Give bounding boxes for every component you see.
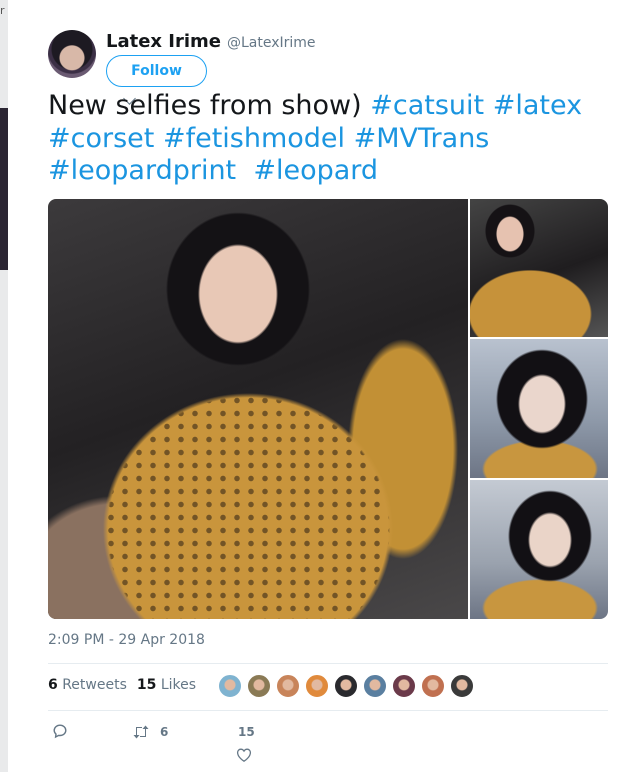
background-image-edge [0, 108, 8, 270]
divider [48, 710, 608, 711]
likes-label: Likes [160, 677, 197, 693]
photo-thumbnail[interactable] [470, 339, 608, 478]
hashtag-link[interactable]: #latex [493, 90, 582, 121]
liker-avatar[interactable] [305, 674, 329, 698]
hashtag-link[interactable]: #leopard [253, 155, 378, 186]
tweet-text: New selfies from show) #catsuit #latex #… [48, 90, 618, 188]
avatar[interactable] [48, 30, 96, 78]
heart-icon[interactable] [236, 747, 252, 763]
photo-thumbnail[interactable] [470, 480, 608, 619]
follow-button[interactable]: Follow [106, 55, 207, 87]
hashtag-link[interactable]: #fetishmodel [163, 123, 345, 154]
divider [48, 663, 608, 664]
liker-avatar[interactable] [363, 674, 387, 698]
liker-avatar[interactable] [334, 674, 358, 698]
hashtag-link[interactable]: #leopardprint [48, 155, 236, 186]
liker-avatar[interactable] [276, 674, 300, 698]
background-page-edge: r [0, 0, 8, 772]
liker-avatar[interactable] [218, 674, 242, 698]
photo-main[interactable] [48, 199, 468, 619]
likes-stat[interactable]: 15 Likes [137, 677, 196, 693]
tweet-plain-text: New selfies from show) [48, 90, 371, 121]
photo-thumbnail[interactable] [470, 199, 608, 337]
retweets-count: 6 [48, 677, 58, 693]
retweet-count: 6 [160, 725, 169, 739]
retweet-icon[interactable] [132, 724, 150, 740]
tweet-card: Latex Irime @LatexIrime Follow New selfi… [8, 0, 640, 772]
retweets-label: Retweets [62, 677, 127, 693]
hashtag-link[interactable]: #catsuit [370, 90, 484, 121]
author-name[interactable]: Latex Irime [106, 31, 221, 52]
likes-count: 15 [136, 677, 157, 693]
like-count: 15 [238, 725, 255, 739]
reply-icon[interactable] [52, 723, 68, 739]
author-handle[interactable]: @LatexIrime [227, 35, 316, 51]
hashtag-link[interactable]: #corset [48, 123, 154, 154]
tweet-timestamp[interactable]: 2:09 PM - 29 Apr 2018 [48, 632, 205, 648]
liker-avatar[interactable] [392, 674, 416, 698]
hashtag-link[interactable]: #MVTrans [354, 123, 490, 154]
liker-avatar[interactable] [247, 674, 271, 698]
retweets-stat[interactable]: 6 Retweets [48, 677, 127, 693]
tweet-stats: 6 Retweets 15 Likes [48, 677, 196, 693]
edge-glyph: r [0, 4, 5, 17]
media-grid [48, 199, 608, 619]
liker-avatar[interactable] [450, 674, 474, 698]
liker-avatar[interactable] [421, 674, 445, 698]
